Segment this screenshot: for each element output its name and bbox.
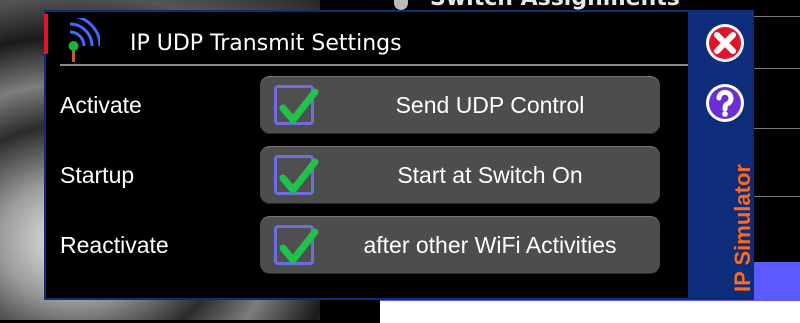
wifi-antenna-icon <box>68 18 100 62</box>
background-divider <box>750 196 800 197</box>
checkbox-activate[interactable] <box>274 85 319 125</box>
row-label-startup: Startup <box>60 162 135 188</box>
close-icon[interactable] <box>704 22 746 64</box>
background-divider <box>750 128 800 129</box>
help-icon[interactable] <box>704 82 746 124</box>
dialog-title: IP UDP Transmit Settings <box>130 31 402 56</box>
background-divider <box>750 68 800 69</box>
focus-marker <box>44 14 48 54</box>
checkbox-reactivate[interactable] <box>274 225 319 265</box>
button-label: Start at Switch On <box>397 162 583 188</box>
background-divider <box>750 16 800 17</box>
title-divider <box>60 64 690 66</box>
button-label: Send UDP Control <box>395 92 585 118</box>
ip-simulator-label: IP Simulator <box>730 164 755 292</box>
checkmark-icon <box>279 228 319 264</box>
button-label: after other WiFi Activities <box>363 232 617 258</box>
checkmark-icon <box>279 88 319 124</box>
row-label-activate: Activate <box>60 92 142 118</box>
background-bottom-bar <box>380 298 800 323</box>
start-at-switch-on-button[interactable]: Start at Switch On <box>260 146 660 204</box>
send-udp-control-button[interactable]: Send UDP Control <box>260 76 660 134</box>
row-label-reactivate: Reactivate <box>60 232 169 258</box>
after-wifi-activities-button[interactable]: after other WiFi Activities <box>260 216 660 274</box>
checkmark-icon <box>279 158 319 194</box>
checkbox-startup[interactable] <box>274 155 319 195</box>
